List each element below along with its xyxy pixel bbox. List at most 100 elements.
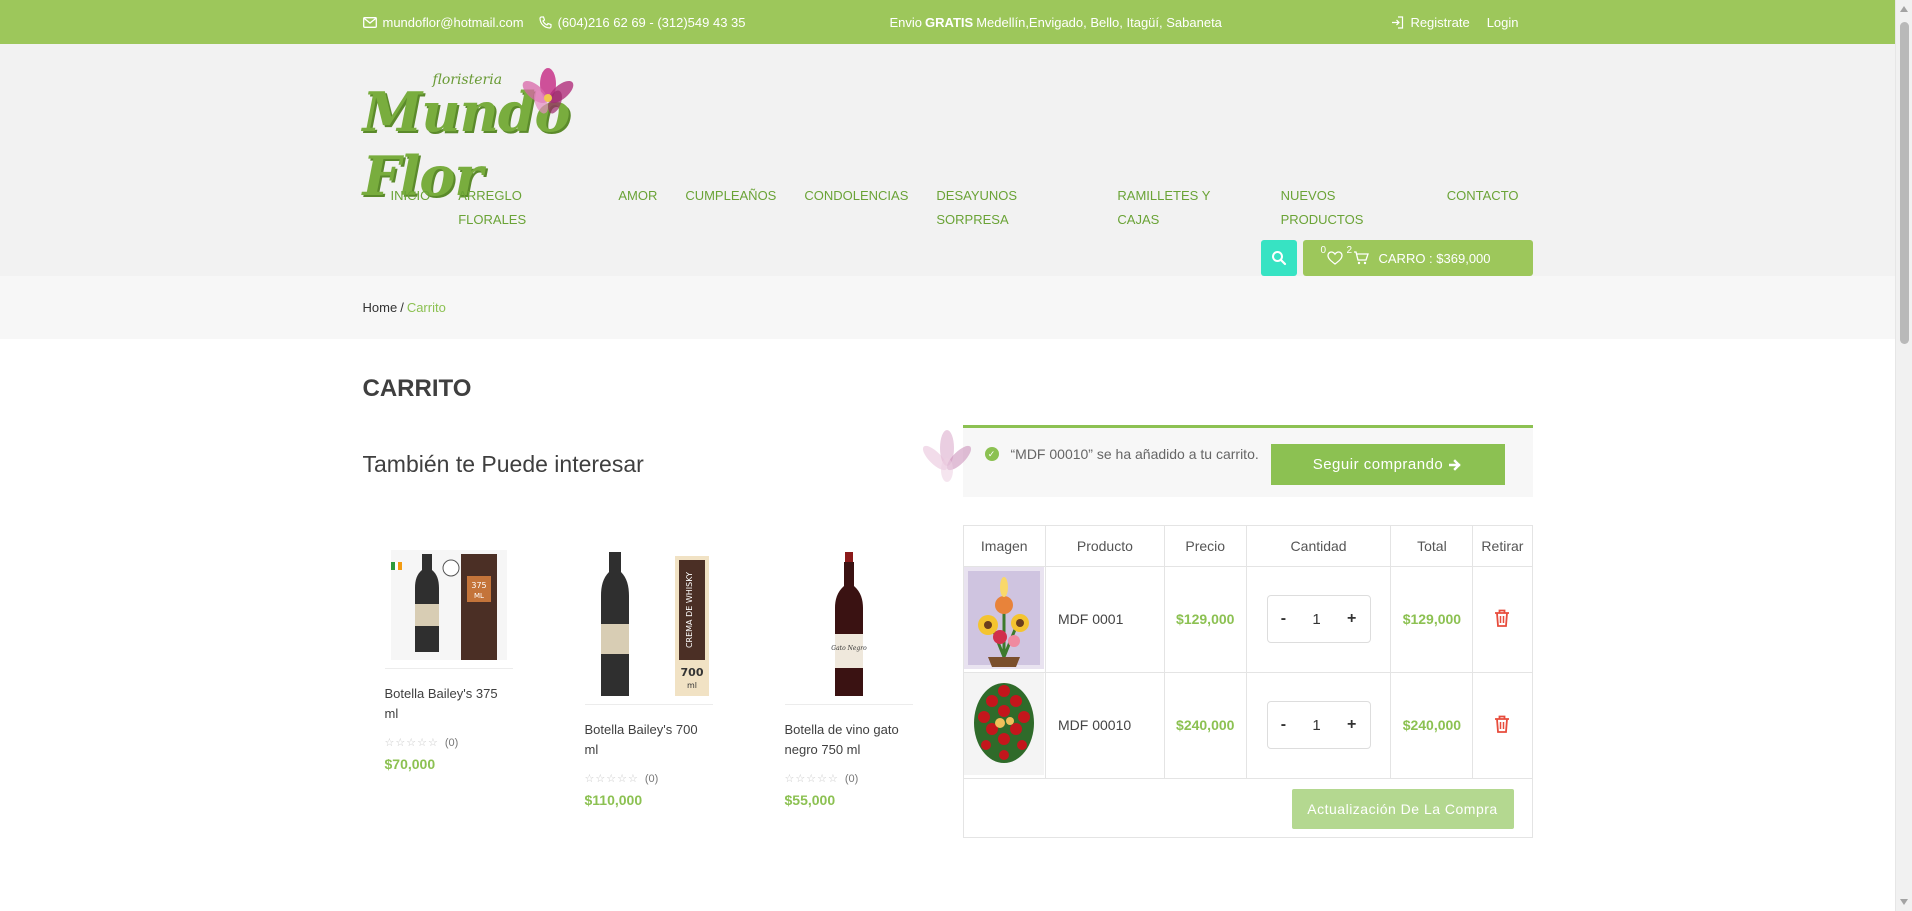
product-name[interactable]: Botella de vino gato negro 750 ml bbox=[785, 720, 913, 760]
update-cart-button[interactable]: Actualización De La Compra bbox=[1291, 788, 1514, 829]
flower-logo-icon bbox=[522, 68, 573, 114]
increase-quantity-button[interactable]: + bbox=[1347, 716, 1356, 734]
check-icon: ✓ bbox=[984, 447, 999, 461]
product-card[interactable]: Gato Negro Botella de vino gato negro 75… bbox=[784, 531, 913, 808]
remove-item-cell bbox=[1472, 566, 1532, 673]
trash-icon[interactable] bbox=[1494, 715, 1510, 733]
nav-contacto[interactable]: CONTACTO bbox=[1433, 184, 1533, 232]
page-scrollbar[interactable] bbox=[1895, 0, 1912, 911]
nav-inicio[interactable]: INICIO bbox=[391, 184, 445, 232]
product-card[interactable]: CREMA DE WHISKY 700 ml Botella Bailey's … bbox=[584, 531, 713, 808]
cart-item-name[interactable]: MDF 00010 bbox=[1045, 672, 1165, 779]
register-label: Registrate bbox=[1410, 14, 1470, 30]
cart-icon bbox=[1353, 251, 1369, 265]
cart-total-label: CARRO : $369,000 bbox=[1378, 250, 1491, 266]
main-navigation: INICIO ARREGLO FLORALES AMOR CUMPLEAÑOS … bbox=[391, 184, 1533, 232]
product-rating: ☆☆☆☆☆ (0) bbox=[784, 772, 913, 786]
promo-cities: Medellín,Envigado, Bello, Itagüí, Sabane… bbox=[976, 14, 1222, 30]
cart-actions: Actualización De La Compra bbox=[964, 779, 1532, 837]
top-bar: mundoflor@hotmail.com (604)216 62 69 - (… bbox=[0, 0, 1895, 44]
email-text: mundoflor@hotmail.com bbox=[382, 14, 524, 30]
scroll-down-icon[interactable] bbox=[1900, 899, 1908, 905]
product-price: $55,000 bbox=[784, 792, 836, 808]
decrease-quantity-button[interactable]: - bbox=[1281, 610, 1286, 628]
added-to-cart-notice: ✓ “MDF 00010” se ha añadido a tu carrito… bbox=[922, 425, 1533, 497]
svg-text:Gato Negro: Gato Negro bbox=[831, 645, 867, 652]
rating-stars-icon: ☆☆☆☆☆ bbox=[384, 737, 439, 749]
page-title: CARRITO bbox=[362, 375, 472, 402]
quantity-value[interactable]: 1 bbox=[1312, 611, 1320, 628]
wishlist-count: 0 bbox=[1320, 245, 1327, 256]
nav-arreglo-florales[interactable]: ARREGLO FLORALES bbox=[444, 184, 604, 232]
cart-icon-wrap: 2 bbox=[1347, 245, 1369, 265]
nav-desayunos-sorpresa[interactable]: DESAYUNOS SORPRESA bbox=[922, 184, 1103, 232]
baileys-375-image: 375 ML bbox=[390, 550, 507, 660]
sunflower-arrangement-image bbox=[964, 566, 1045, 669]
col-producto: Producto bbox=[1045, 526, 1165, 567]
product-name[interactable]: Botella Bailey's 700 ml bbox=[585, 720, 713, 760]
product-image[interactable]: CREMA DE WHISKY 700 ml bbox=[584, 531, 713, 705]
quantity-stepper: - 1 + bbox=[1266, 595, 1371, 643]
nav-ramilletes-y-cajas[interactable]: RAMILLETES Y CAJAS bbox=[1103, 184, 1266, 232]
cart-item-price: $240,000 bbox=[1164, 672, 1247, 779]
breadcrumb: Home / Carrito bbox=[0, 276, 1895, 339]
table-row: MDF 0001 $129,000 - 1 + $129,000 bbox=[963, 566, 1532, 673]
table-row: MDF 00010 $240,000 - 1 + $240,000 bbox=[963, 672, 1532, 779]
wishlist-link[interactable]: 0 bbox=[1321, 245, 1343, 265]
product-name[interactable]: Botella Bailey's 375 ml bbox=[385, 684, 513, 724]
breadcrumb-home[interactable]: Home bbox=[363, 300, 398, 315]
search-button[interactable] bbox=[1260, 240, 1297, 276]
review-count: (0) bbox=[444, 736, 459, 749]
email-link[interactable]: mundoflor@hotmail.com bbox=[362, 14, 524, 30]
col-imagen: Imagen bbox=[963, 526, 1046, 567]
phone-icon bbox=[538, 15, 552, 29]
scrollbar-thumb[interactable] bbox=[1900, 22, 1909, 344]
page: mundoflor@hotmail.com (604)216 62 69 - (… bbox=[0, 0, 1895, 911]
nav-cumpleanos[interactable]: CUMPLEAÑOS bbox=[671, 184, 790, 232]
login-link[interactable]: Login bbox=[1487, 15, 1519, 30]
review-count: (0) bbox=[844, 772, 859, 785]
heart-icon bbox=[1326, 251, 1343, 265]
product-image[interactable]: 375 ML bbox=[384, 531, 513, 669]
scroll-up-icon[interactable] bbox=[1900, 6, 1908, 12]
svg-text:700: 700 bbox=[680, 666, 703, 679]
cart-item-image[interactable] bbox=[963, 566, 1046, 673]
cart-item-name[interactable]: MDF 0001 bbox=[1045, 566, 1165, 673]
cart-button[interactable]: 0 2 CARRO : $369,000 bbox=[1302, 240, 1533, 276]
svg-text:375: 375 bbox=[471, 581, 486, 590]
product-rating: ☆☆☆☆☆ (0) bbox=[384, 736, 513, 750]
site-header: floristeria Mundo Flor INICIO ARREGLO FL… bbox=[0, 44, 1895, 276]
phone-link[interactable]: (604)216 62 69 - (312)549 43 35 bbox=[538, 14, 746, 30]
product-card[interactable]: 375 ML Botella Bailey's 375 ml ☆☆☆☆☆ (0)… bbox=[384, 531, 513, 772]
cart-item-total: $240,000 bbox=[1390, 672, 1474, 779]
col-retirar: Retirar bbox=[1472, 526, 1532, 567]
rating-stars-icon: ☆☆☆☆☆ bbox=[784, 773, 839, 785]
cart-item-quantity: - 1 + bbox=[1246, 672, 1392, 779]
flower-decoration-icon bbox=[922, 430, 971, 482]
account-links: Registrate Login bbox=[1391, 0, 1519, 44]
breadcrumb-separator: / bbox=[400, 300, 404, 315]
search-icon bbox=[1271, 251, 1286, 266]
quantity-value[interactable]: 1 bbox=[1312, 717, 1320, 734]
cart-table: Imagen Producto Precio Cantidad Total Re… bbox=[962, 525, 1533, 838]
phone-text: (604)216 62 69 - (312)549 43 35 bbox=[557, 14, 746, 30]
mail-icon bbox=[362, 16, 377, 28]
increase-quantity-button[interactable]: + bbox=[1347, 610, 1356, 628]
site-logo[interactable]: floristeria Mundo Flor bbox=[363, 66, 683, 208]
sign-in-icon bbox=[1392, 15, 1404, 29]
decrease-quantity-button[interactable]: - bbox=[1281, 716, 1286, 734]
continue-shopping-button[interactable]: Seguir comprando bbox=[1270, 444, 1505, 485]
product-image[interactable]: Gato Negro bbox=[784, 531, 913, 705]
breadcrumb-current: Carrito bbox=[406, 300, 446, 315]
nav-amor[interactable]: AMOR bbox=[604, 184, 671, 232]
trash-icon[interactable] bbox=[1494, 609, 1510, 627]
cart-count: 2 bbox=[1346, 245, 1353, 256]
cart-item-image[interactable] bbox=[963, 672, 1046, 779]
product-price: $70,000 bbox=[384, 756, 436, 772]
nav-nuevos-productos[interactable]: NUEVOS PRODUCTOS bbox=[1267, 184, 1433, 232]
cart-item-price: $129,000 bbox=[1164, 566, 1247, 673]
shipping-promo: Envio GRATIS Medellín,Envigado, Bello, I… bbox=[890, 0, 1222, 44]
nav-condolencias[interactable]: CONDOLENCIAS bbox=[790, 184, 922, 232]
red-roses-arrangement-image bbox=[964, 672, 1045, 775]
register-link[interactable]: Registrate bbox=[1391, 14, 1470, 30]
